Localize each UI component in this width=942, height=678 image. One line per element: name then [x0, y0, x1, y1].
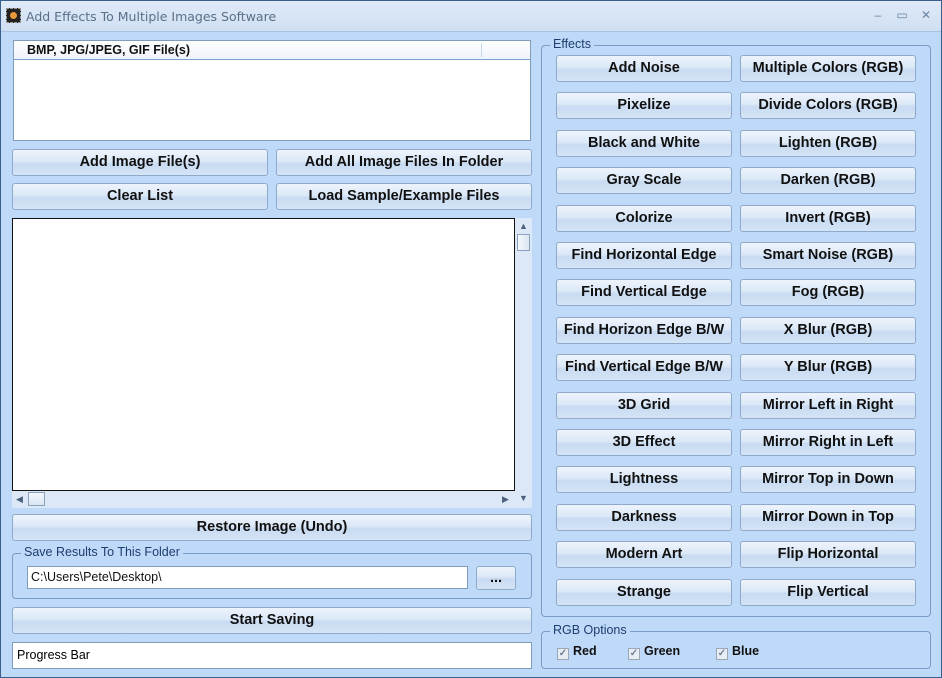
effect-button-find-horizontal-edge[interactable]: Find Horizontal Edge [556, 242, 732, 269]
blue-check-icon[interactable]: ✓ [716, 648, 728, 660]
scroll-down-icon[interactable]: ▼ [519, 493, 528, 503]
file-list[interactable]: BMP, JPG/JPEG, GIF File(s) [13, 40, 531, 141]
horizontal-scrollbar[interactable]: ◀ ▶ [12, 491, 515, 508]
app-icon [6, 8, 21, 23]
horizontal-scroll-thumb[interactable] [28, 492, 45, 506]
green-checkbox[interactable]: ✓ Green [628, 644, 680, 660]
save-folder-input[interactable]: C:\Users\Pete\Desktop\ [27, 566, 468, 589]
effect-button-find-vertical-edge-b-w[interactable]: Find Vertical Edge B/W [556, 354, 732, 381]
effect-button-colorize[interactable]: Colorize [556, 205, 732, 232]
file-list-header-label: BMP, JPG/JPEG, GIF File(s) [27, 43, 191, 57]
app-window: Add Effects To Multiple Images Software … [0, 0, 942, 678]
effect-button-pixelize[interactable]: Pixelize [556, 92, 732, 119]
effect-button-fog-rgb[interactable]: Fog (RGB) [740, 279, 916, 306]
load-samples-button[interactable]: Load Sample/Example Files [276, 183, 532, 210]
add-folder-button[interactable]: Add All Image Files In Folder [276, 149, 532, 176]
file-list-column-header[interactable]: BMP, JPG/JPEG, GIF File(s) [14, 41, 530, 60]
scroll-left-icon[interactable]: ◀ [16, 494, 23, 505]
effect-button-mirror-left-in-right[interactable]: Mirror Left in Right [740, 392, 916, 419]
effect-button-strange[interactable]: Strange [556, 579, 732, 606]
effect-button-add-noise[interactable]: Add Noise [556, 55, 732, 82]
progress-bar: Progress Bar [12, 642, 532, 669]
effect-button-modern-art[interactable]: Modern Art [556, 541, 732, 568]
effect-button-mirror-down-in-top[interactable]: Mirror Down in Top [740, 504, 916, 531]
red-checkbox[interactable]: ✓ Red [557, 644, 597, 660]
red-check-icon[interactable]: ✓ [557, 648, 569, 660]
effect-button-darken-rgb[interactable]: Darken (RGB) [740, 167, 916, 194]
effect-button-find-horizon-edge-b-w[interactable]: Find Horizon Edge B/W [556, 317, 732, 344]
green-check-icon[interactable]: ✓ [628, 648, 640, 660]
vertical-scroll-thumb[interactable] [517, 234, 530, 251]
effect-button-3d-grid[interactable]: 3D Grid [556, 392, 732, 419]
effects-group-label: Effects [550, 37, 594, 51]
window-title: Add Effects To Multiple Images Software [26, 9, 277, 24]
effect-button-smart-noise-rgb[interactable]: Smart Noise (RGB) [740, 242, 916, 269]
image-preview [12, 218, 515, 491]
minimize-button[interactable]: – [868, 7, 888, 23]
browse-folder-button[interactable]: ... [476, 566, 516, 590]
save-folder-group-label: Save Results To This Folder [21, 545, 183, 559]
maximize-button[interactable]: ▭ [892, 7, 912, 23]
effect-button-lighten-rgb[interactable]: Lighten (RGB) [740, 130, 916, 157]
add-image-files-button[interactable]: Add Image File(s) [12, 149, 268, 176]
effect-button-x-blur-rgb[interactable]: X Blur (RGB) [740, 317, 916, 344]
progress-bar-label: Progress Bar [17, 648, 90, 662]
effect-button-3d-effect[interactable]: 3D Effect [556, 429, 732, 456]
effect-button-divide-colors-rgb[interactable]: Divide Colors (RGB) [740, 92, 916, 119]
close-button[interactable]: ✕ [916, 7, 936, 23]
effect-button-lightness[interactable]: Lightness [556, 466, 732, 493]
effect-button-invert-rgb[interactable]: Invert (RGB) [740, 205, 916, 232]
green-checkbox-label: Green [644, 644, 681, 658]
column-separator [481, 43, 482, 57]
restore-image-button[interactable]: Restore Image (Undo) [12, 514, 532, 541]
scroll-up-icon[interactable]: ▲ [519, 221, 528, 231]
clear-list-button[interactable]: Clear List [12, 183, 268, 210]
blue-checkbox[interactable]: ✓ Blue [716, 644, 759, 660]
rgb-options-group-label: RGB Options [550, 623, 630, 637]
effect-button-flip-vertical[interactable]: Flip Vertical [740, 579, 916, 606]
effect-button-black-and-white[interactable]: Black and White [556, 130, 732, 157]
red-checkbox-label: Red [573, 644, 597, 658]
effect-button-multiple-colors-rgb[interactable]: Multiple Colors (RGB) [740, 55, 916, 82]
effect-button-darkness[interactable]: Darkness [556, 504, 732, 531]
effect-button-gray-scale[interactable]: Gray Scale [556, 167, 732, 194]
blue-checkbox-label: Blue [732, 644, 760, 658]
effect-button-mirror-right-in-left[interactable]: Mirror Right in Left [740, 429, 916, 456]
start-saving-button[interactable]: Start Saving [12, 607, 532, 634]
scroll-right-icon[interactable]: ▶ [502, 494, 509, 505]
vertical-scrollbar[interactable]: ▲ ▼ [515, 218, 532, 508]
effect-button-flip-horizontal[interactable]: Flip Horizontal [740, 541, 916, 568]
effect-button-find-vertical-edge[interactable]: Find Vertical Edge [556, 279, 732, 306]
effect-button-mirror-top-in-down[interactable]: Mirror Top in Down [740, 466, 916, 493]
title-bar: Add Effects To Multiple Images Software … [1, 1, 941, 32]
effect-button-y-blur-rgb[interactable]: Y Blur (RGB) [740, 354, 916, 381]
